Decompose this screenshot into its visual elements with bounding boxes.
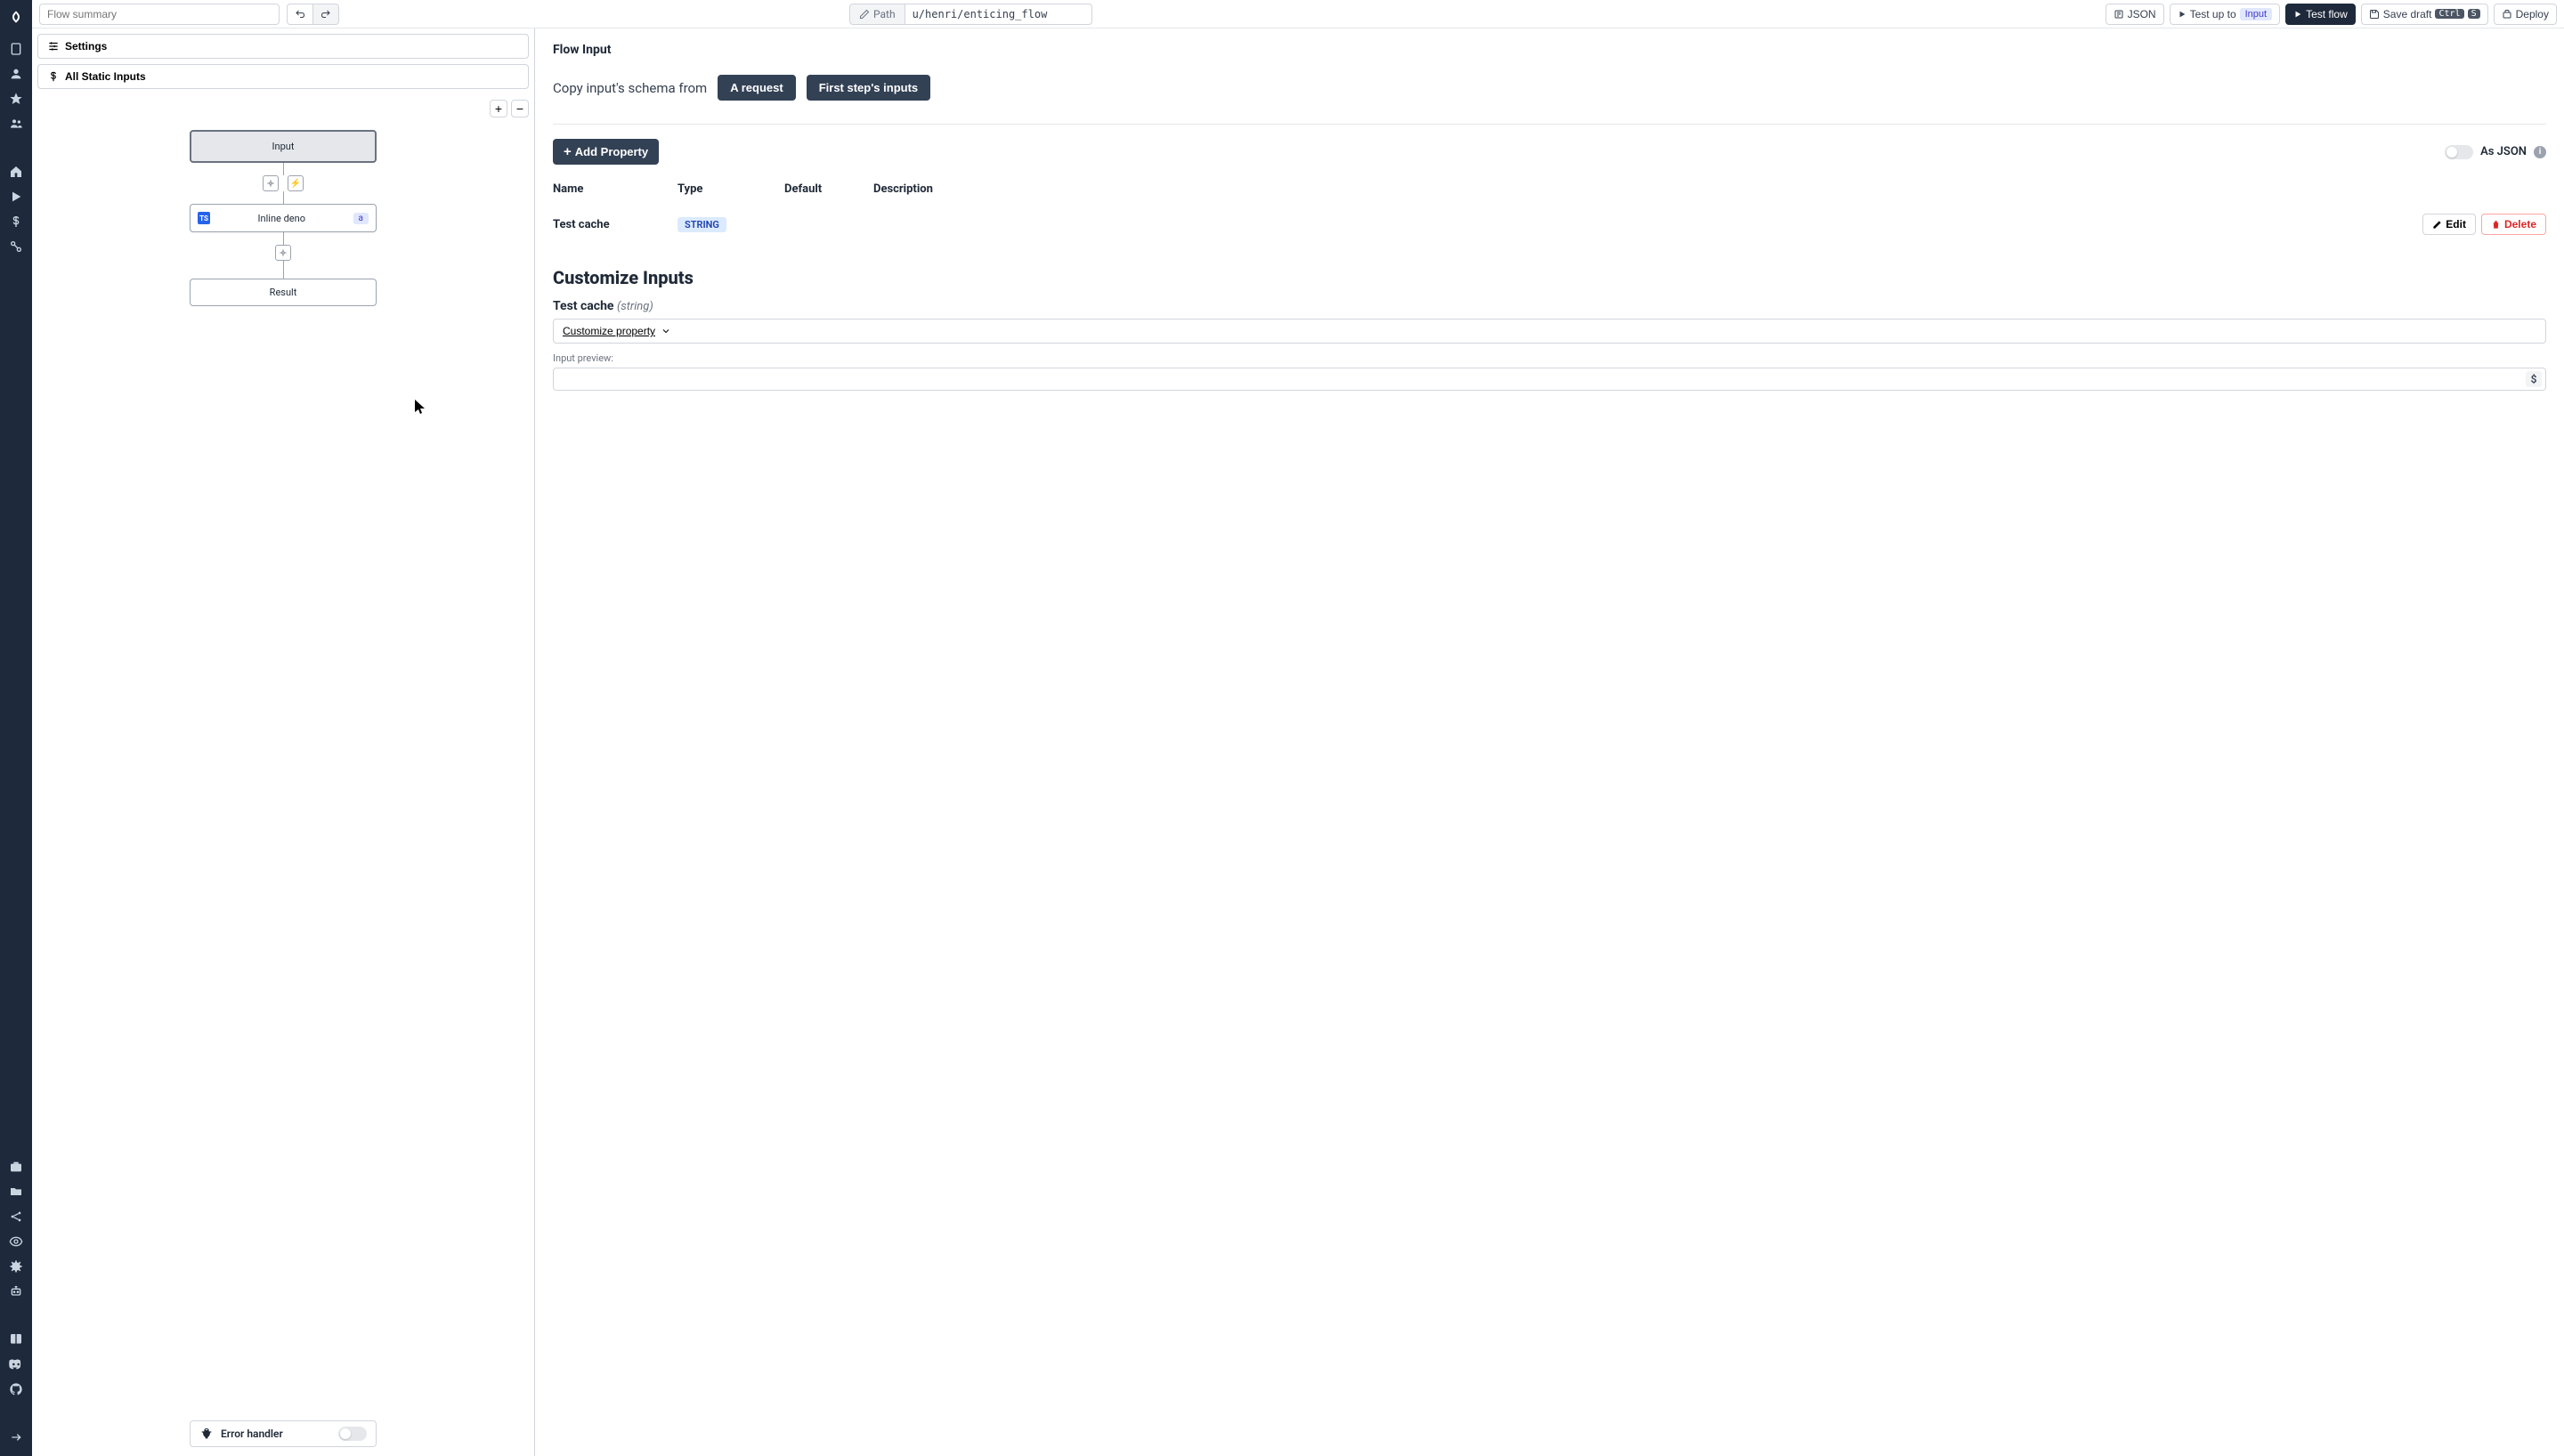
user-icon[interactable] (8, 66, 24, 82)
briefcase-icon[interactable] (8, 1159, 24, 1175)
property-type-badge: STRING (678, 217, 726, 232)
zoom-in-button[interactable]: + (490, 100, 507, 117)
schema-copy-label: Copy input's schema from (553, 80, 707, 96)
as-json-label: As JSON (2480, 145, 2527, 158)
path-label: Path (849, 4, 905, 25)
input-preview-label: Input preview: (553, 352, 2546, 364)
error-handler-toggle[interactable]: Error handler (190, 1420, 377, 1447)
property-row: Test cache STRING Edit Delete (553, 203, 2546, 246)
schema-from-request-button[interactable]: A request (718, 75, 795, 101)
share-icon[interactable] (8, 1209, 24, 1225)
col-name: Name (553, 182, 678, 196)
save-draft-button[interactable]: Save draft Ctrl S (2361, 4, 2488, 25)
bot-icon[interactable] (8, 1283, 24, 1299)
expand-icon[interactable] (8, 1429, 24, 1445)
info-icon[interactable]: i (2534, 146, 2546, 158)
edit-property-button[interactable]: Edit (2422, 214, 2476, 235)
flow-summary-input[interactable] (39, 4, 280, 25)
add-step-button-2[interactable] (275, 245, 291, 261)
bookmark-icon[interactable] (8, 41, 24, 57)
test-flow-button[interactable]: Test flow (2285, 4, 2356, 25)
customize-inputs-heading: Customize Inputs (553, 267, 2546, 288)
topbar: Path JSON Test up to Input Test flow (32, 0, 2564, 28)
pane-title: Flow Input (553, 43, 2546, 57)
gear-icon[interactable] (8, 1258, 24, 1274)
error-handler-switch[interactable] (338, 1427, 367, 1441)
variable-picker-button[interactable]: $ (2526, 371, 2542, 387)
link-icon[interactable] (8, 239, 24, 255)
trigger-icon[interactable]: ⚡ (288, 175, 304, 191)
schema-from-first-step-button[interactable]: First step's inputs (807, 75, 930, 101)
sidebar (0, 0, 32, 1456)
step-id-badge: a (353, 213, 369, 224)
result-node[interactable]: Result (190, 279, 377, 306)
book-icon[interactable] (8, 1331, 24, 1347)
eye-icon[interactable] (8, 1234, 24, 1250)
property-name: Test cache (553, 218, 678, 231)
home-icon[interactable] (8, 164, 24, 180)
delete-property-button[interactable]: Delete (2481, 214, 2546, 235)
test-up-to-button[interactable]: Test up to Input (2170, 4, 2281, 25)
property-label: Test cache (string) (553, 299, 2546, 313)
json-button[interactable]: JSON (2106, 4, 2164, 25)
input-node[interactable]: Input (190, 130, 377, 163)
redo-button[interactable] (313, 4, 339, 25)
input-preview[interactable]: $ (553, 368, 2546, 391)
add-step-button[interactable] (263, 175, 279, 191)
settings-button[interactable]: Settings (37, 34, 529, 59)
users-icon[interactable] (8, 116, 24, 132)
deploy-button[interactable]: Deploy (2494, 4, 2557, 25)
logo-icon[interactable] (6, 7, 26, 27)
zoom-out-button[interactable]: − (511, 100, 529, 117)
discord-icon[interactable] (8, 1356, 24, 1372)
add-property-button[interactable]: + Add Property (553, 139, 659, 165)
customize-property-dropdown[interactable]: Customize property (553, 319, 2546, 344)
static-inputs-button[interactable]: All Static Inputs (37, 64, 529, 89)
github-icon[interactable] (8, 1381, 24, 1397)
col-description: Description (873, 182, 2422, 196)
cursor-icon (415, 400, 426, 414)
flow-canvas-pane: Settings All Static Inputs + − Input (32, 28, 535, 1456)
play-icon[interactable] (8, 189, 24, 205)
undo-button[interactable] (287, 4, 313, 25)
step-node[interactable]: TS Inline deno a (190, 204, 377, 232)
details-pane: Flow Input Copy input's schema from A re… (535, 28, 2564, 1456)
col-default: Default (784, 182, 873, 196)
dollar-icon[interactable] (8, 214, 24, 230)
star-icon[interactable] (8, 91, 24, 107)
folder-icon[interactable] (8, 1184, 24, 1200)
as-json-toggle[interactable] (2445, 145, 2473, 159)
path-input[interactable] (905, 4, 1092, 25)
typescript-icon: TS (198, 212, 210, 224)
col-type: Type (678, 182, 784, 196)
